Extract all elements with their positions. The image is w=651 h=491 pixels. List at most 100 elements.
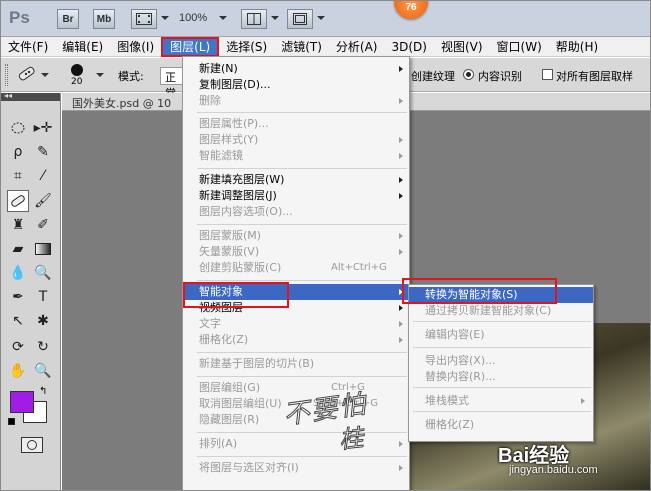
quick-selection-tool-icon[interactable]: ✎ xyxy=(32,141,54,163)
submenu-arrow-icon xyxy=(399,98,403,104)
eyedropper-tool-icon[interactable]: ⁄ xyxy=(32,165,54,187)
spot-healing-brush-icon[interactable] xyxy=(15,64,39,87)
layer-menu-item-label: 图层蒙版(M) xyxy=(199,229,262,242)
collapse-arrows-icon[interactable]: ◂◂ xyxy=(4,91,12,100)
brush-size[interactable]: 20 xyxy=(71,77,82,87)
options-grip[interactable] xyxy=(5,64,8,86)
mode-select[interactable]: 正常 xyxy=(160,67,184,100)
menu-filter[interactable]: 滤镜(T) xyxy=(274,37,329,57)
submenu-arrow-icon xyxy=(399,249,403,255)
layer-menu-item: 新建基于图层的切片(B) xyxy=(183,356,409,372)
smart-object-menu-item[interactable]: 转换为智能对象(S) xyxy=(409,287,593,303)
smart-object-menu-item-label: 替换内容(R)... xyxy=(425,370,496,383)
arrange-icon xyxy=(247,13,261,25)
layer-menu-item[interactable]: 视频图层 xyxy=(183,300,409,316)
smart-object-menu-item-label: 通过拷贝新建智能对象(C) xyxy=(425,304,552,317)
submenu-arrow-icon xyxy=(399,441,403,447)
clone-stamp-tool-icon[interactable]: ♜ xyxy=(7,214,29,236)
blur-tool-icon[interactable]: 💧 xyxy=(7,262,29,284)
menu-select[interactable]: 选择(S) xyxy=(219,37,274,57)
menu-separator xyxy=(413,387,591,388)
layer-menu-item-label: 图层属性(P)... xyxy=(199,117,269,130)
layer-menu-item: 图层样式(Y) xyxy=(183,132,409,148)
view-extras-button[interactable] xyxy=(131,9,157,29)
move-tool-icon[interactable]: ▸✛ xyxy=(32,117,54,139)
layer-menu-item-label: 栅格化(Z) xyxy=(199,333,249,346)
submenu-arrow-icon xyxy=(399,177,403,183)
default-colors-icon[interactable] xyxy=(8,418,15,425)
tools-panel-grip[interactable]: ◂◂ xyxy=(1,91,60,101)
sample-all-layers-label[interactable]: 对所有图层取样 xyxy=(556,68,633,84)
submenu-arrow-icon xyxy=(399,321,403,327)
arrange-documents-button[interactable] xyxy=(241,9,267,29)
menu-analysis[interactable]: 分析(A) xyxy=(329,37,385,57)
brush-preview-icon xyxy=(71,64,83,76)
menu-separator xyxy=(197,112,407,113)
layer-menu-item-label: 智能对象 xyxy=(199,285,243,298)
smart-object-menu-item: 栅格化(Z) xyxy=(409,417,593,433)
history-brush-tool-icon[interactable]: ✐ xyxy=(32,214,54,236)
lasso-tool-icon[interactable]: ρ xyxy=(7,141,29,163)
3d-orbit-tool-icon[interactable]: ↻ xyxy=(32,336,54,358)
spot-healing-brush-tool-icon[interactable] xyxy=(7,190,29,212)
3d-rotate-tool-icon[interactable]: ⟳ xyxy=(7,336,29,358)
menu-help[interactable]: 帮助(H) xyxy=(549,37,605,57)
pen-tool-icon[interactable]: ✒ xyxy=(7,286,29,308)
menu-file[interactable]: 文件(F) xyxy=(1,37,55,57)
sample-all-layers-checkbox[interactable] xyxy=(542,69,553,80)
mini-bridge-button[interactable]: Mb xyxy=(93,9,115,29)
layer-menu-item[interactable]: 复制图层(D)... xyxy=(183,77,409,93)
create-texture-label[interactable]: 创建纹理 xyxy=(411,68,455,84)
menu-edit[interactable]: 编辑(E) xyxy=(55,37,110,57)
menu-3d[interactable]: 3D(D) xyxy=(384,37,433,57)
chevron-down-icon[interactable] xyxy=(317,16,325,20)
chevron-down-icon[interactable] xyxy=(96,73,104,77)
menu-separator xyxy=(413,347,591,348)
zoom-tool-icon[interactable]: 🔍 xyxy=(32,360,54,382)
chevron-down-icon[interactable] xyxy=(161,16,169,20)
content-aware-label[interactable]: 内容识别 xyxy=(478,68,522,84)
chevron-down-icon[interactable] xyxy=(271,16,279,20)
marquee-tool-icon[interactable] xyxy=(7,117,29,139)
path-selection-tool-icon[interactable]: ↖ xyxy=(7,310,29,332)
layer-menu-item[interactable]: 新建调整图层(J) xyxy=(183,188,409,204)
layer-menu-item: 图层内容选项(O)... xyxy=(183,204,409,220)
chevron-down-icon[interactable] xyxy=(219,16,227,20)
menu-separator xyxy=(197,168,407,169)
layer-menu-item-label: 文字 xyxy=(199,317,221,330)
swap-colors-icon[interactable]: ↰ xyxy=(39,386,47,397)
quick-mask-button[interactable] xyxy=(21,437,43,453)
zoom-level[interactable]: 100% xyxy=(179,12,207,24)
foreground-color-swatch[interactable] xyxy=(10,391,34,413)
layer-menu-item-label: 新建基于图层的切片(B) xyxy=(199,357,315,370)
brush-tool-icon[interactable]: 🖌 xyxy=(32,190,54,212)
document-title: 国外美女.psd @ 10 xyxy=(72,97,172,110)
hand-tool-icon[interactable]: ✋ xyxy=(7,360,29,382)
eraser-tool-icon[interactable]: ▰ xyxy=(7,238,29,260)
type-tool-icon[interactable]: T xyxy=(32,286,54,308)
menu-window[interactable]: 窗口(W) xyxy=(490,37,549,57)
quick-mask-icon xyxy=(27,440,37,450)
menu-image[interactable]: 图像(I) xyxy=(110,37,161,57)
layer-menu-item[interactable]: 智能对象 xyxy=(183,284,409,300)
smart-object-menu-item: 替换内容(R)... xyxy=(409,369,593,385)
menu-view[interactable]: 视图(V) xyxy=(434,37,490,57)
content-aware-radio[interactable] xyxy=(463,69,474,80)
submenu-arrow-icon xyxy=(399,289,403,295)
menu-layer[interactable]: 图层(L) xyxy=(161,36,220,57)
bridge-button[interactable]: Br xyxy=(57,9,79,29)
layer-menu-item-label: 新建(N) xyxy=(199,62,238,75)
smart-object-menu-item-label: 堆栈模式 xyxy=(425,394,469,407)
crop-tool-icon[interactable]: ⌗ xyxy=(7,165,29,187)
layer-menu-item[interactable]: 新建填充图层(W) xyxy=(183,172,409,188)
menu-bar: 文件(F) 编辑(E) 图像(I) 图层(L) 选择(S) 滤镜(T) 分析(A) 3D(D)… xyxy=(1,36,650,57)
layer-menu-item: 图层蒙版(M) xyxy=(183,228,409,244)
layer-menu-item[interactable]: 新建(N) xyxy=(183,61,409,77)
dodge-tool-icon[interactable]: 🔍 xyxy=(32,262,54,284)
screen-mode-button[interactable] xyxy=(287,9,313,29)
film-icon xyxy=(136,13,152,25)
gradient-tool-icon[interactable] xyxy=(32,238,54,260)
custom-shape-tool-icon[interactable]: ✱ xyxy=(32,310,54,332)
layer-menu-item-label: 创建剪贴蒙版(C) xyxy=(199,261,282,274)
chevron-down-icon[interactable] xyxy=(41,73,49,77)
